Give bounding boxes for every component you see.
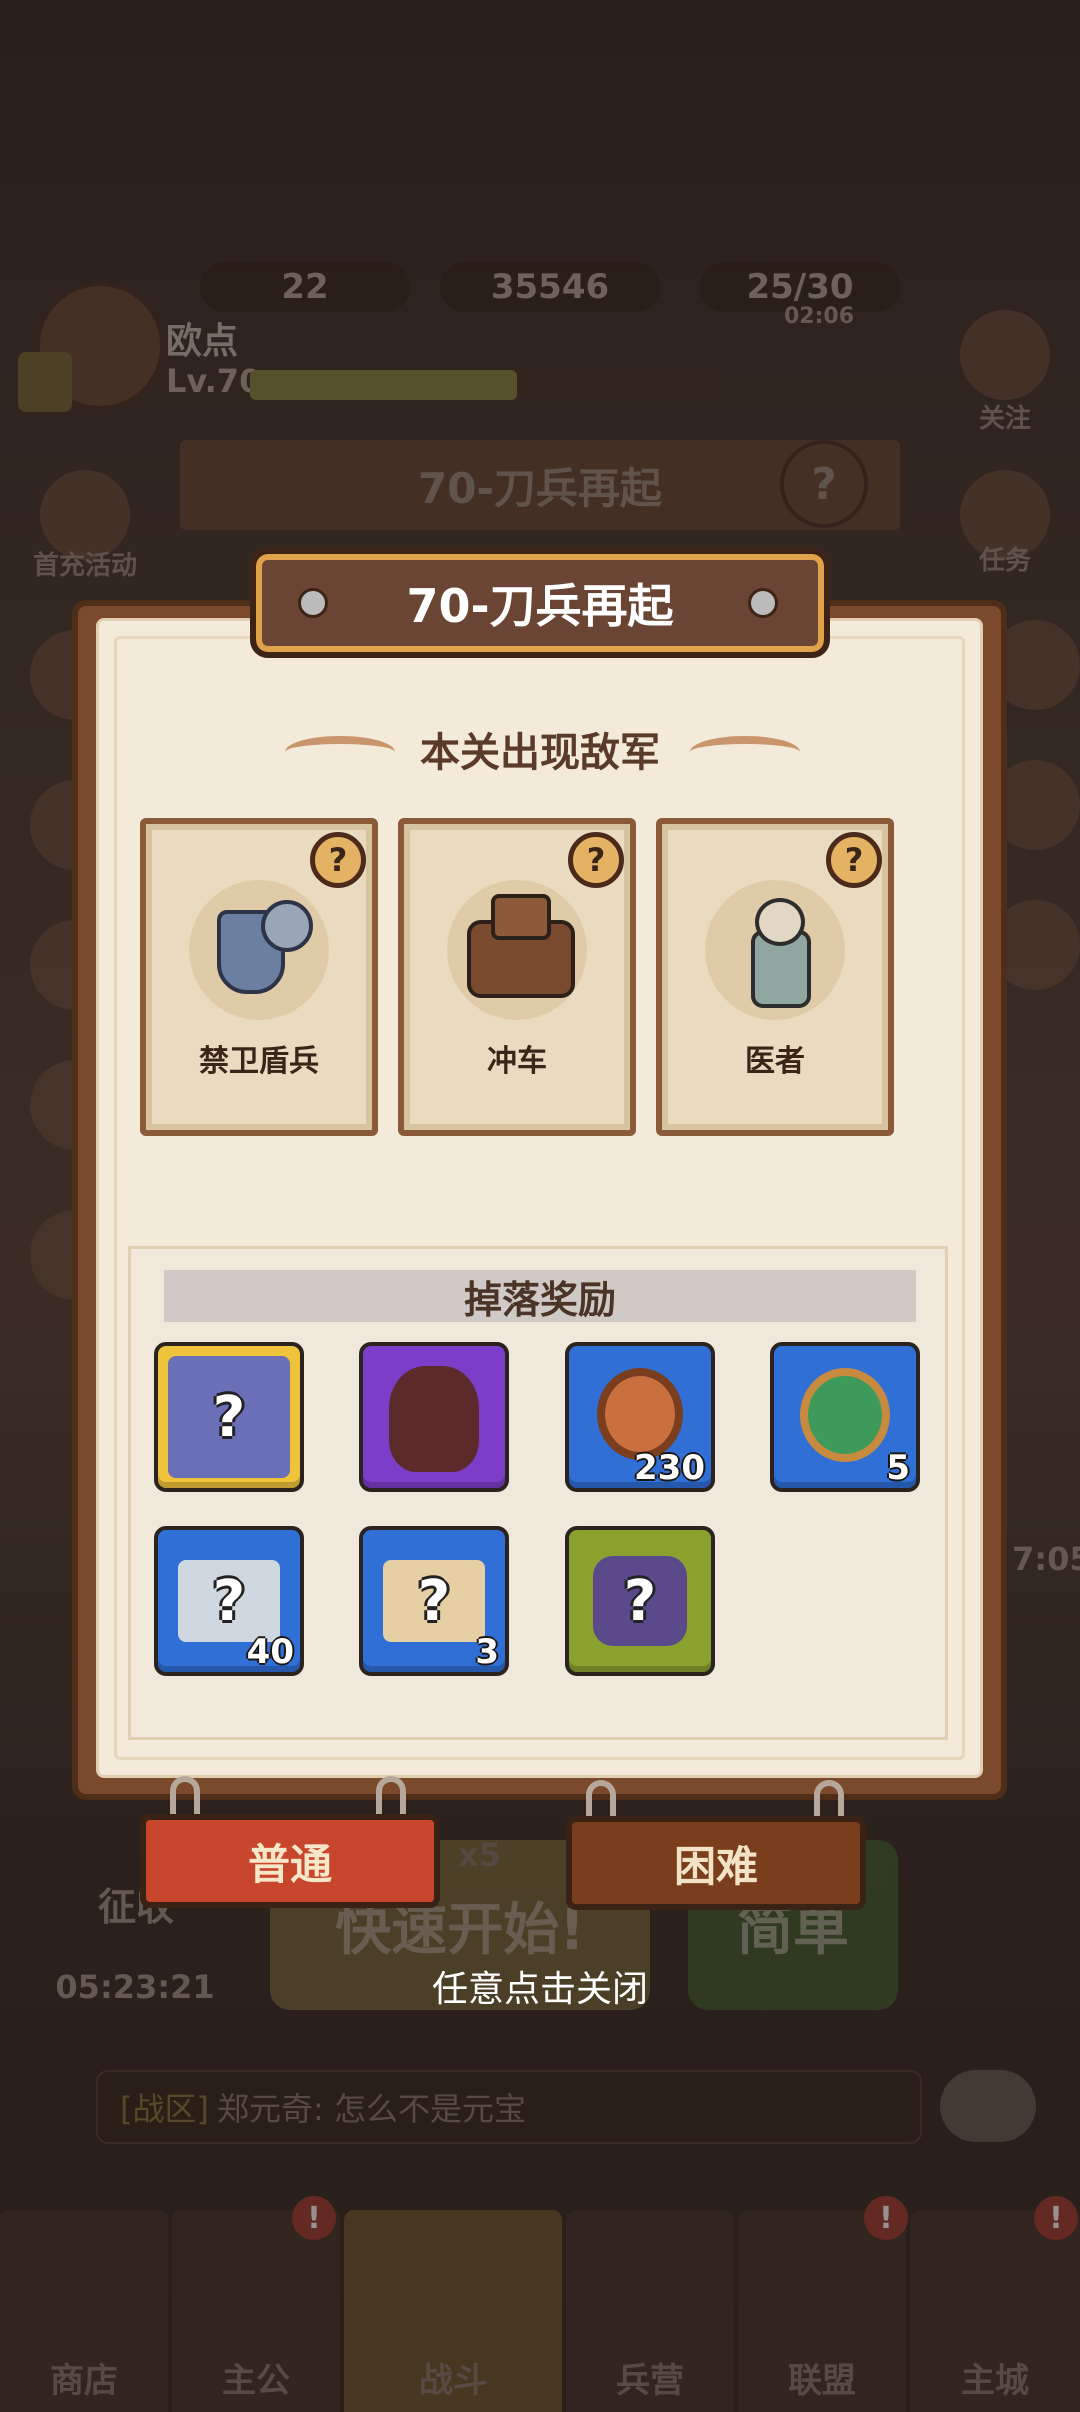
enemy-help-icon[interactable]: ? bbox=[826, 832, 882, 888]
rivet-icon bbox=[748, 588, 778, 618]
hard-difficulty-button[interactable]: 困难 bbox=[566, 1816, 866, 1910]
normal-difficulty-button[interactable]: 普通 bbox=[140, 1814, 440, 1908]
reward-slot[interactable] bbox=[359, 1342, 509, 1492]
reward-slot[interactable]: ? bbox=[154, 1342, 304, 1492]
reward-count: 5 bbox=[886, 1448, 910, 1488]
enemy-name: 医者 bbox=[745, 1044, 805, 1079]
healer-icon bbox=[705, 880, 845, 1020]
enemy-card[interactable]: ? 禁卫盾兵 bbox=[140, 818, 378, 1136]
reward-slot[interactable]: ? 3 bbox=[359, 1526, 509, 1676]
enemy-card[interactable]: ? 医者 bbox=[656, 818, 894, 1136]
copper-coin-icon bbox=[597, 1368, 683, 1460]
battering-ram-icon bbox=[447, 880, 587, 1020]
modal-title: 70-刀兵再起 bbox=[406, 579, 674, 633]
close-hint[interactable]: 任意点击关闭 bbox=[0, 1960, 1080, 2012]
enemy-card[interactable]: ? 冲车 bbox=[398, 818, 636, 1136]
unknown-mark: ? bbox=[212, 1384, 246, 1450]
normal-label: 普通 bbox=[247, 1839, 332, 1889]
reward-slot[interactable]: ? 40 bbox=[154, 1526, 304, 1676]
shield-guard-icon bbox=[189, 880, 329, 1020]
enemy-name: 冲车 bbox=[487, 1044, 547, 1079]
enemy-help-icon[interactable]: ? bbox=[568, 832, 624, 888]
rivet-icon bbox=[298, 588, 328, 618]
reward-slot[interactable]: ? bbox=[565, 1526, 715, 1676]
reward-banner: 掉落奖励 bbox=[164, 1270, 916, 1322]
unknown-mark: ? bbox=[623, 1568, 657, 1634]
enemy-name: 禁卫盾兵 bbox=[199, 1044, 319, 1079]
reward-count: 3 bbox=[475, 1632, 499, 1672]
modal-title-plate: 70-刀兵再起 bbox=[250, 548, 830, 658]
reward-count: 230 bbox=[634, 1448, 705, 1488]
hard-label: 困难 bbox=[673, 1841, 758, 1891]
reward-slot[interactable]: 5 bbox=[770, 1342, 920, 1492]
reward-count: 40 bbox=[246, 1632, 294, 1672]
enemy-heading: 本关出现敌军 bbox=[420, 730, 660, 776]
wine-jar-icon bbox=[389, 1366, 479, 1472]
reward-slot[interactable]: 230 bbox=[565, 1342, 715, 1492]
enemy-help-icon[interactable]: ? bbox=[310, 832, 366, 888]
jade-ring-icon bbox=[800, 1368, 890, 1462]
reward-heading: 掉落奖励 bbox=[463, 1277, 616, 1322]
